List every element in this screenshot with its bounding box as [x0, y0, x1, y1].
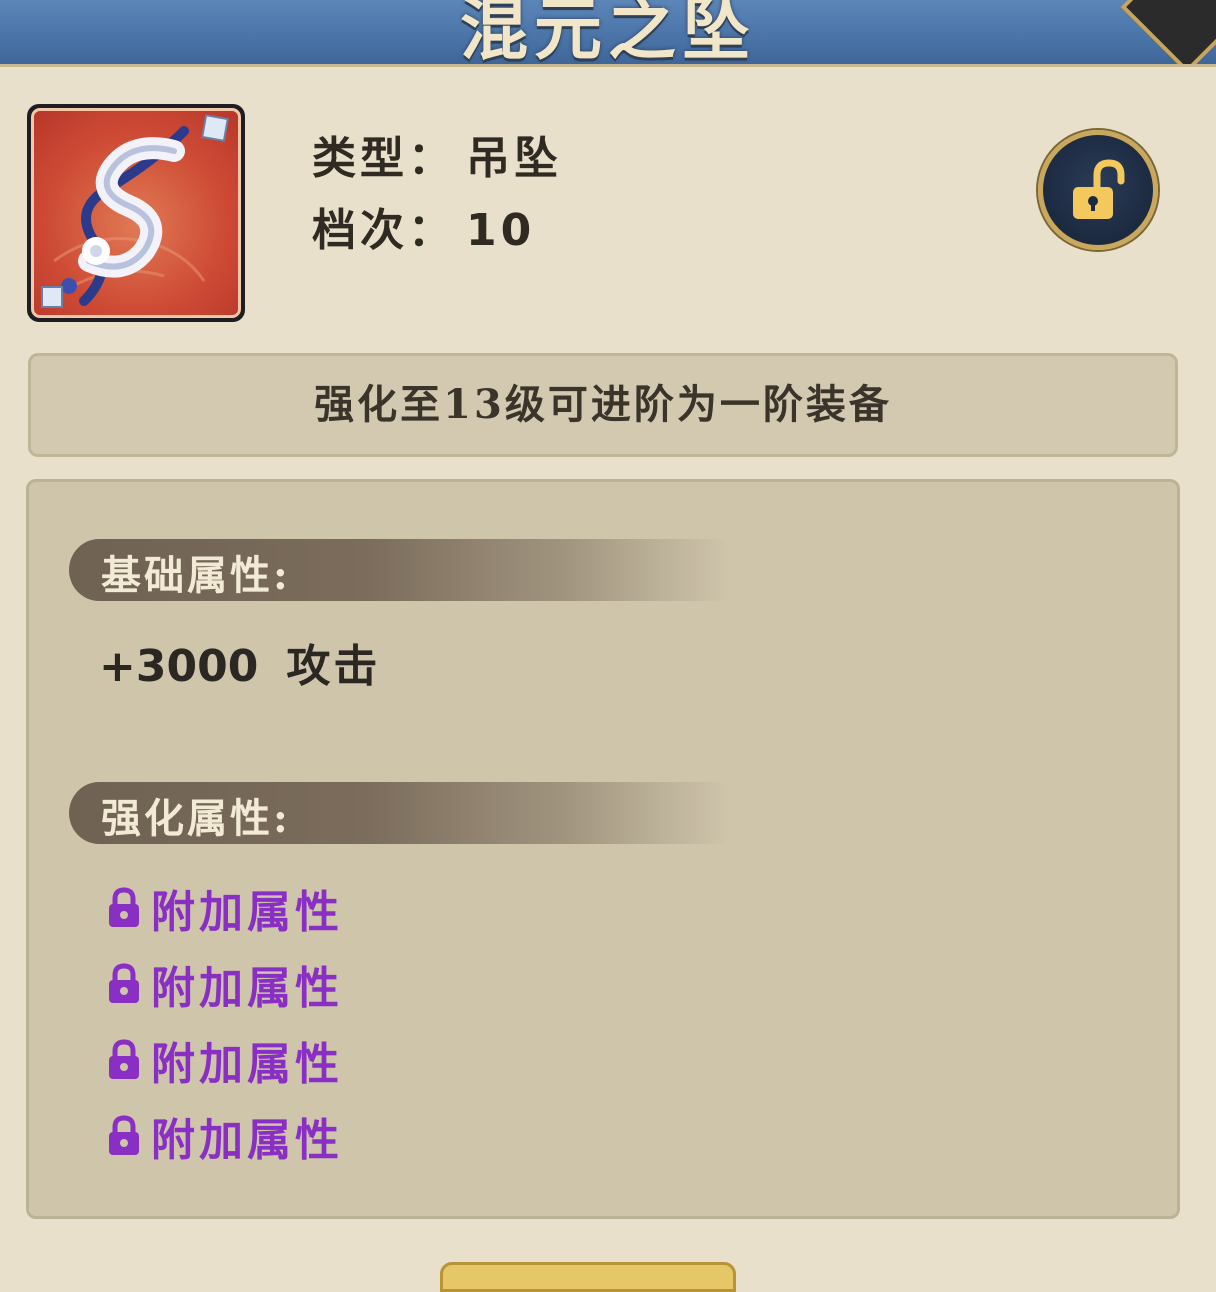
lock-toggle-button[interactable]	[1038, 130, 1158, 250]
enhanced-attributes-title: 强化属性:	[101, 795, 291, 842]
base-stat-row: +3000 攻击	[99, 630, 380, 694]
item-tier-label: 档次：	[312, 205, 456, 256]
locked-attribute-label: 附加属性	[151, 1039, 343, 1090]
stat-name: 攻击	[286, 641, 381, 692]
item-title: 混元之坠	[459, 0, 756, 67]
locked-attribute-label: 附加属性	[151, 1115, 343, 1166]
padlock-icon	[109, 887, 139, 927]
attributes-panel: 基础属性: +3000 攻击 强化属性: 附加属性 附加属性 附加属性 附加属性	[26, 479, 1180, 1219]
base-attributes-header: 基础属性:	[69, 539, 729, 601]
item-type-label: 类型：	[312, 133, 456, 184]
locked-attribute-label: 附加属性	[151, 887, 343, 938]
locked-attribute-item: 附加属性	[107, 1030, 343, 1090]
padlock-icon	[109, 1039, 139, 1079]
base-attributes-title: 基础属性:	[101, 552, 291, 599]
item-type-value: 吊坠	[466, 133, 562, 184]
unlocked-padlock-icon	[1073, 159, 1125, 219]
upgrade-notice-text: 强化至13级可进阶为一阶装备	[314, 381, 892, 428]
item-tier-value: 10	[466, 205, 536, 256]
item-icon-frame	[27, 104, 245, 322]
item-tier-row: 档次： 10	[312, 194, 535, 258]
title-bar: 混元之坠	[0, 0, 1216, 67]
locked-attribute-item: 附加属性	[107, 954, 343, 1014]
padlock-icon	[109, 963, 139, 1003]
locked-attribute-label: 附加属性	[151, 963, 343, 1014]
item-type-row: 类型： 吊坠	[312, 122, 562, 186]
pendant-item-icon	[31, 108, 241, 318]
bottom-action-button[interactable]	[440, 1262, 736, 1292]
stat-value: +3000	[99, 641, 259, 692]
locked-attribute-item: 附加属性	[107, 1106, 343, 1166]
locked-attribute-item: 附加属性	[107, 878, 343, 938]
upgrade-notice: 强化至13级可进阶为一阶装备	[28, 353, 1178, 457]
enhanced-attributes-header: 强化属性:	[69, 782, 729, 844]
padlock-icon	[109, 1115, 139, 1155]
